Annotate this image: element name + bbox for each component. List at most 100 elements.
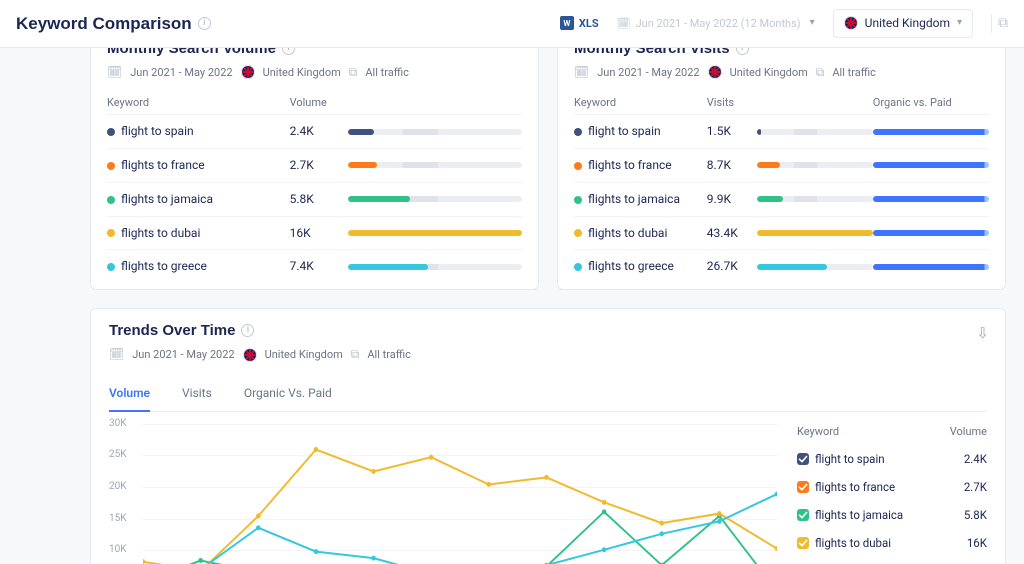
visits-bar	[757, 264, 873, 270]
volume-bar	[348, 264, 522, 270]
keyword-label: flights to jamaica	[121, 192, 213, 206]
legend-col-keyword: Keyword	[797, 424, 839, 439]
table-row[interactable]: flight to spain 1.5K	[574, 115, 989, 149]
legend-label: flights to france	[815, 479, 895, 495]
volume-value: 2.7K	[290, 148, 348, 182]
traffic-icon: ⧉	[349, 64, 358, 81]
keyword-label: flights to france	[588, 158, 672, 172]
table-row[interactable]: flights to greece7.4K	[107, 250, 522, 283]
legend-value: 16K	[967, 535, 987, 551]
date-range-disabled: 🗓 Jun 2021 - May 2022 (12 Months) ▾	[617, 16, 815, 31]
volume-value: 16K	[290, 216, 348, 250]
flag-uk-icon	[241, 65, 255, 79]
legend-item[interactable]: flight to spain 2.4K	[797, 445, 987, 473]
page-title: Keyword Comparison	[16, 15, 192, 32]
color-dot	[107, 229, 115, 237]
chart-legend: Keyword Volume flight to spain2.4Kflight…	[797, 424, 987, 564]
meta-traffic: All traffic	[832, 65, 876, 80]
volume-value: 7.4K	[290, 250, 348, 283]
traffic-icon: ⧉	[351, 346, 360, 363]
country-selector[interactable]: United Kingdom ▾	[833, 9, 973, 38]
table-row[interactable]: flights to dubai 16K	[107, 216, 522, 250]
keyword-label: flight to spain	[588, 124, 661, 138]
meta-country: United Kingdom	[730, 65, 808, 80]
tab-volume[interactable]: Volume	[109, 377, 150, 412]
card-monthly-search-volume: Monthly Search Volume i 🗓 Jun 2021 - May…	[90, 48, 539, 290]
xls-icon: W	[560, 16, 574, 30]
table-row[interactable]: flights to france 8.7K	[574, 148, 989, 182]
color-dot	[574, 263, 582, 271]
legend-label: flight to spain	[815, 451, 885, 467]
info-icon[interactable]: i	[198, 17, 211, 30]
table-row[interactable]: flights to jamaica5.8K	[107, 182, 522, 216]
tab-organic-vs-paid[interactable]: Organic Vs. Paid	[244, 377, 332, 412]
meta-country: United Kingdom	[265, 347, 343, 362]
legend-label: flights to jamaica	[815, 507, 903, 523]
visits-bar	[757, 230, 873, 236]
y-tick-label: 25K	[109, 448, 127, 462]
trends-tabs: Volume Visits Organic Vs. Paid	[109, 377, 987, 412]
organic-vs-paid-bar	[873, 162, 989, 168]
visits-value: 9.9K	[707, 182, 757, 216]
table-row[interactable]: flights to dubai43.4K	[574, 216, 989, 250]
color-dot	[574, 128, 582, 136]
col-volume: Volume	[290, 91, 348, 115]
volume-bar	[348, 196, 522, 202]
info-icon[interactable]: i	[736, 48, 749, 55]
legend-item[interactable]: flights to jamaica 5.8K	[797, 501, 987, 529]
meta-country: United Kingdom	[263, 65, 341, 80]
calendar-icon: 🗓	[109, 346, 124, 363]
organic-vs-paid-bar	[873, 264, 989, 270]
legend-col-volume: Volume	[950, 424, 987, 439]
card-trends-over-time: ⇩ Trends Over Time i 🗓 Jun 2021 - May 20…	[90, 308, 1006, 564]
organic-vs-paid-bar	[873, 230, 989, 236]
table-row[interactable]: flights to jamaica9.9K	[574, 182, 989, 216]
y-tick-label: 30K	[109, 417, 127, 431]
legend-value: 5.8K	[964, 507, 987, 523]
keyword-label: flights to france	[121, 158, 205, 172]
visits-value: 26.7K	[707, 250, 757, 283]
visits-bar	[757, 196, 873, 202]
visits-bar	[757, 129, 873, 135]
download-icon[interactable]: ⇩	[976, 323, 989, 344]
legend-item[interactable]: flights to france 2.7K	[797, 473, 987, 501]
export-xls-button[interactable]: W XLS	[560, 16, 599, 31]
country-label: United Kingdom	[865, 15, 950, 32]
card-title: Trends Over Time	[109, 323, 235, 338]
volume-bar	[348, 162, 522, 168]
visits-value: 8.7K	[707, 148, 757, 182]
legend-value: 2.7K	[964, 479, 987, 495]
meta-traffic: All traffic	[367, 347, 411, 362]
visits-value: 1.5K	[707, 115, 757, 149]
col-ovp: Organic vs. Paid	[873, 91, 989, 115]
meta-date-range: Jun 2021 - May 2022	[597, 65, 699, 80]
organic-vs-paid-bar	[873, 129, 989, 135]
color-dot	[107, 263, 115, 271]
tab-visits[interactable]: Visits	[182, 377, 212, 412]
col-visits: Visits	[707, 91, 757, 115]
compare-icon[interactable]: ⧉	[991, 14, 1008, 34]
color-dot	[574, 196, 582, 204]
card-monthly-search-visits: Monthly Search Visits i 🗓 Jun 2021 - May…	[557, 48, 1006, 290]
meta-date-range: Jun 2021 - May 2022	[130, 65, 232, 80]
info-icon[interactable]: i	[282, 48, 295, 55]
table-row[interactable]: flight to spain2.4K	[107, 115, 522, 149]
table-row[interactable]: flights to france 2.7K	[107, 148, 522, 182]
legend-item[interactable]: flights to dubai16K	[797, 529, 987, 557]
calendar-icon: 🗓	[107, 64, 122, 81]
keyword-label: flights to greece	[588, 259, 674, 273]
legend-swatch	[797, 537, 809, 549]
meta-traffic: All traffic	[365, 65, 409, 80]
legend-value: 2.4K	[964, 451, 987, 467]
card-title: Monthly Search Volume	[107, 48, 276, 56]
color-dot	[107, 196, 115, 204]
info-icon[interactable]: i	[241, 324, 254, 337]
color-dot	[574, 229, 582, 237]
legend-swatch	[797, 453, 809, 465]
keyword-label: flights to dubai	[121, 226, 200, 240]
legend-item[interactable]: flights to greece7.4K	[797, 558, 987, 564]
flag-uk-icon	[708, 65, 722, 79]
color-dot	[107, 128, 115, 136]
table-row[interactable]: flights to greece 26.7K	[574, 250, 989, 283]
traffic-icon: ⧉	[816, 64, 825, 81]
